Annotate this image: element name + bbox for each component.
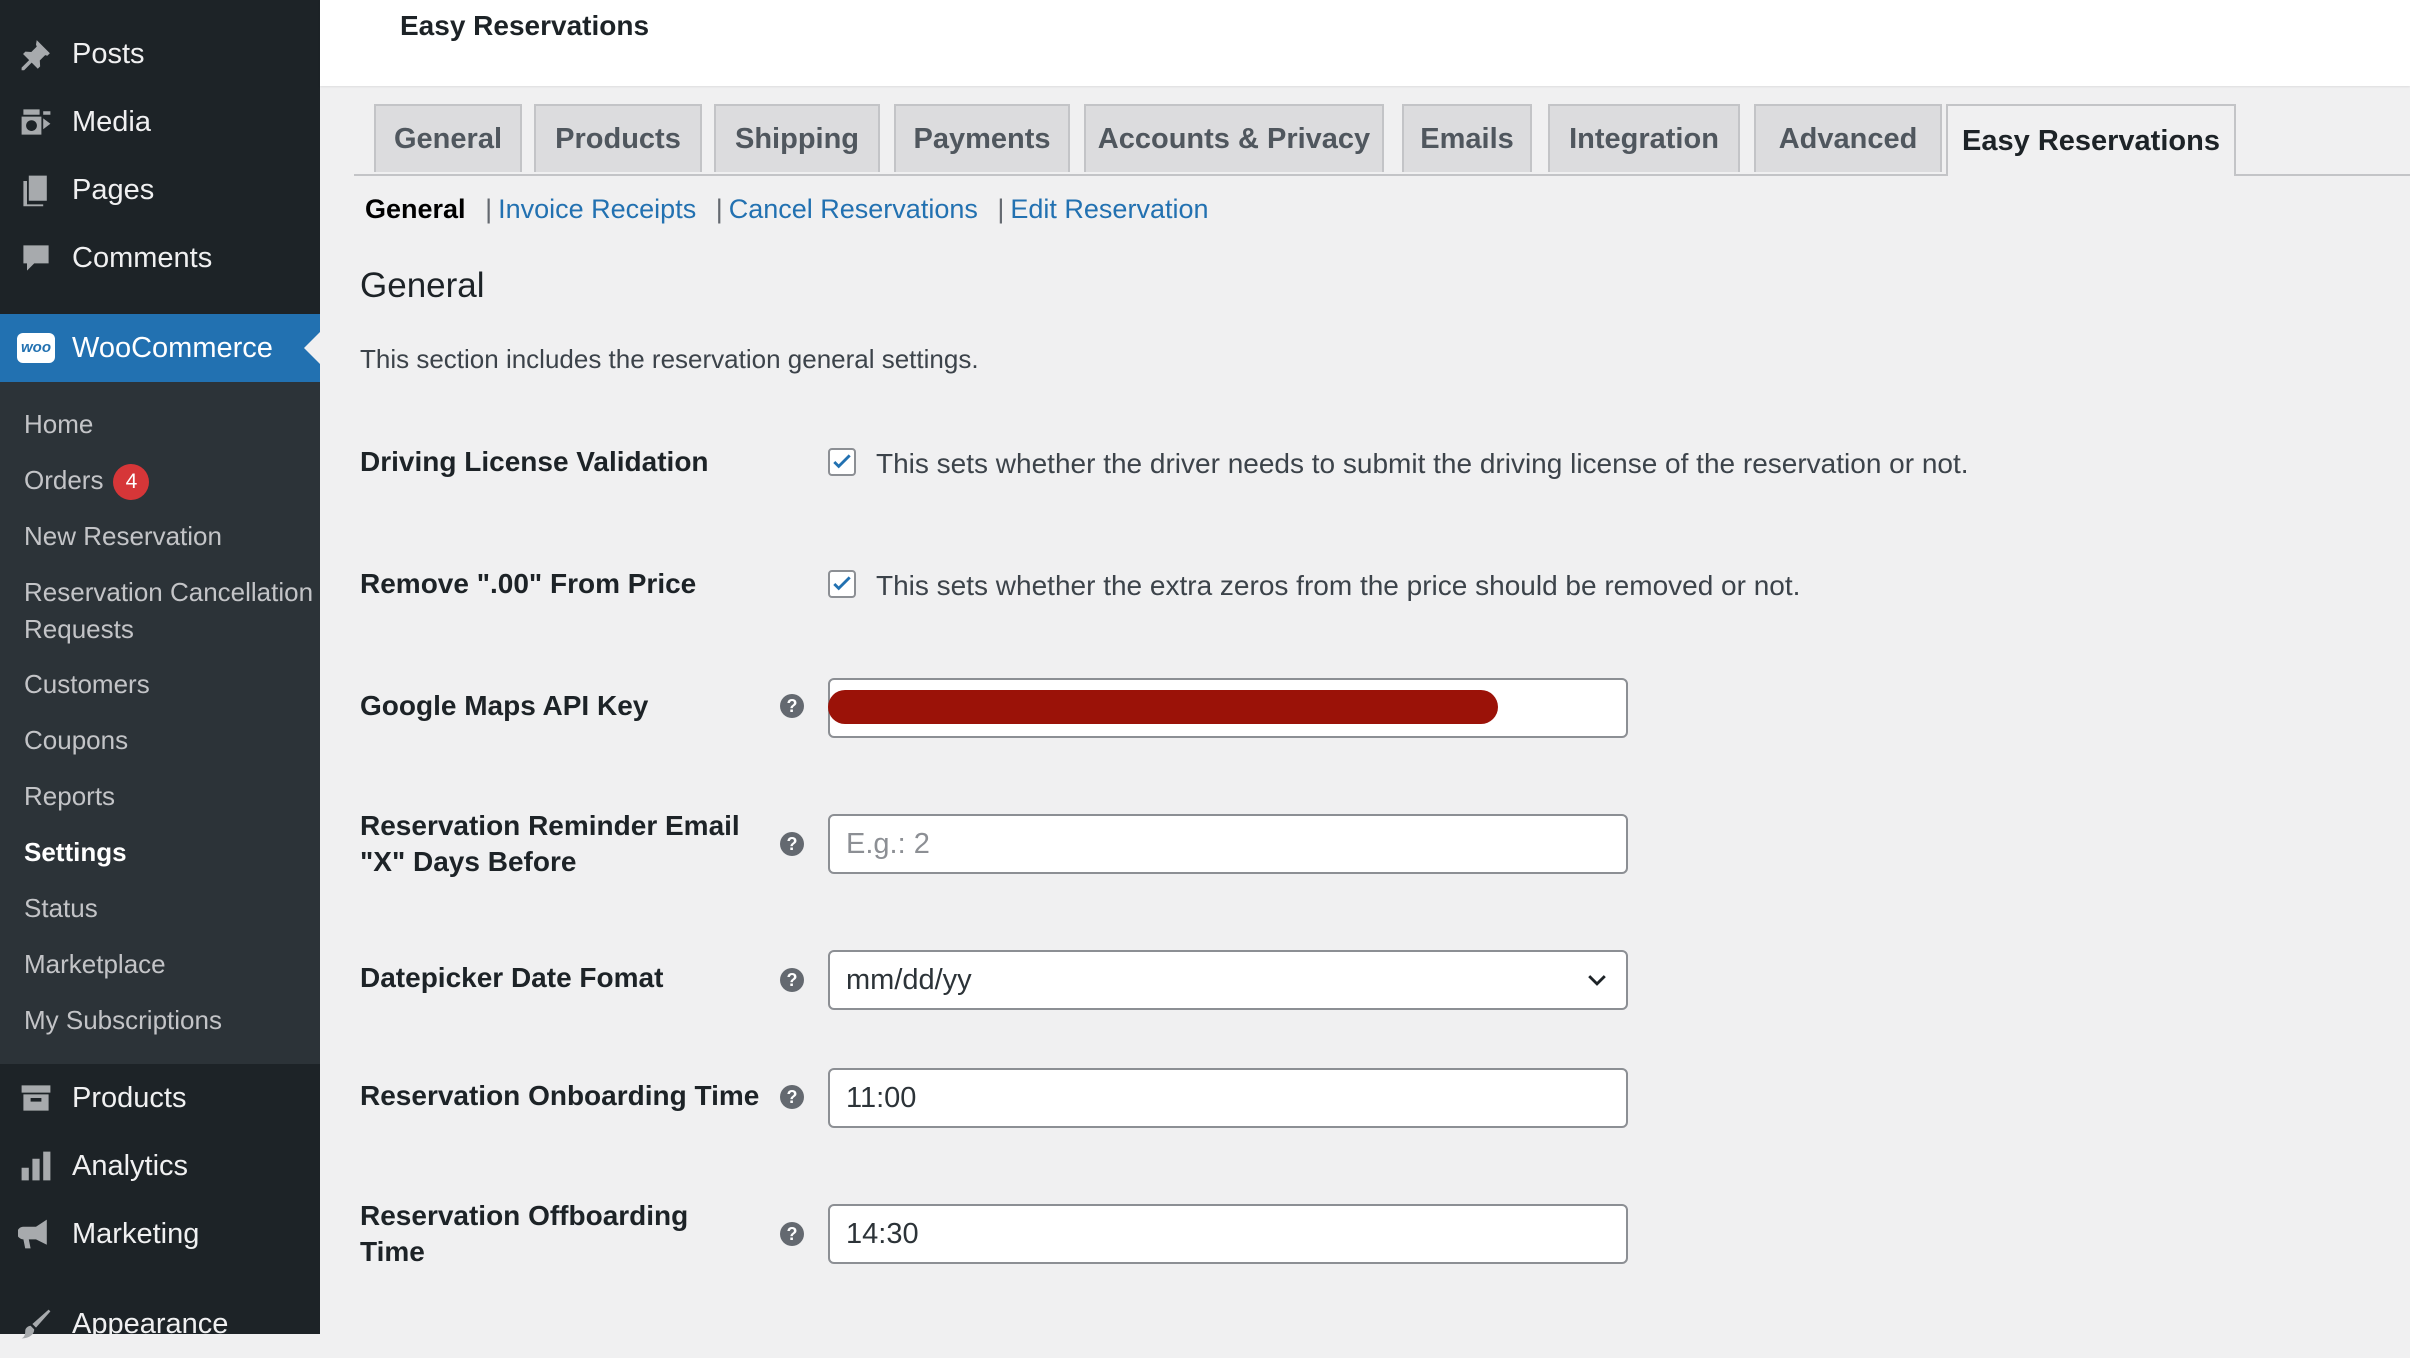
brush-icon bbox=[16, 1304, 56, 1344]
onboarding-time-input[interactable] bbox=[828, 1068, 1628, 1128]
archive-icon bbox=[16, 1078, 56, 1118]
redaction-mark bbox=[828, 690, 1498, 724]
section-subnav: General | Invoice Receipts | Cancel Reserv… bbox=[365, 194, 1209, 225]
driving-license-checkbox[interactable] bbox=[828, 448, 856, 476]
help-icon[interactable]: ? bbox=[780, 832, 804, 856]
section-title: General bbox=[360, 266, 485, 305]
orders-count-badge: 4 bbox=[113, 464, 150, 501]
submenu-item-new-reservation[interactable]: New Reservation bbox=[24, 518, 314, 555]
help-icon[interactable]: ? bbox=[780, 694, 804, 718]
sidebar-item-label: Posts bbox=[72, 37, 145, 70]
tab-emails[interactable]: Emails bbox=[1402, 104, 1532, 172]
driving-license-description: This sets whether the driver needs to su… bbox=[876, 448, 1969, 479]
remove-zeros-checkbox[interactable] bbox=[828, 570, 856, 598]
submenu-item-cancellation-requests[interactable]: Reservation Cancellation Requests bbox=[24, 574, 314, 648]
media-icon bbox=[16, 102, 56, 142]
tab-general[interactable]: General bbox=[374, 104, 522, 172]
page-title: Easy Reservations bbox=[400, 10, 650, 41]
date-format-select[interactable]: mm/dd/yy bbox=[828, 950, 1628, 1010]
sidebar-item-posts[interactable]: Posts bbox=[0, 20, 320, 88]
woo-icon: woo bbox=[16, 328, 56, 368]
remove-zeros-label: Remove ".00" From Price bbox=[360, 568, 697, 599]
reminder-days-input[interactable] bbox=[828, 814, 1628, 874]
sidebar-item-label: Analytics bbox=[72, 1149, 189, 1182]
tab-advanced[interactable]: Advanced bbox=[1754, 104, 1942, 172]
subnav-separator: | bbox=[715, 194, 723, 224]
bar-chart-icon bbox=[16, 1146, 56, 1186]
sidebar-item-label: Media bbox=[72, 105, 151, 138]
subnav-current-general: General bbox=[365, 194, 466, 224]
sidebar-item-products[interactable]: Products bbox=[0, 1064, 320, 1132]
submenu-item-coupons[interactable]: Coupons bbox=[24, 722, 314, 759]
sidebar-item-label: Appearance bbox=[72, 1307, 229, 1340]
tab-easy-reservations[interactable]: Easy Reservations bbox=[1946, 104, 2236, 176]
sidebar-item-comments[interactable]: Comments bbox=[0, 224, 320, 292]
subnav-separator: | bbox=[485, 194, 493, 224]
help-icon[interactable]: ? bbox=[780, 1222, 804, 1246]
checkmark-icon bbox=[833, 454, 851, 469]
offboarding-time-input[interactable] bbox=[828, 1204, 1628, 1264]
sidebar-item-label: Comments bbox=[72, 241, 213, 274]
subnav-separator: | bbox=[997, 194, 1005, 224]
settings-tabs: General Products Shipping Payments Accou… bbox=[320, 104, 2410, 176]
submenu-item-status[interactable]: Status bbox=[24, 890, 314, 927]
submenu-item-my-subscriptions[interactable]: My Subscriptions bbox=[24, 1002, 314, 1039]
sidebar-item-label: WooCommerce bbox=[72, 331, 273, 364]
sidebar-item-label: Pages bbox=[72, 173, 155, 206]
tab-integration[interactable]: Integration bbox=[1548, 104, 1740, 172]
submenu-item-home[interactable]: Home bbox=[24, 406, 314, 443]
subnav-link-edit-reservation[interactable]: Edit Reservation bbox=[1010, 194, 1208, 224]
comment-icon bbox=[16, 238, 56, 278]
pages-icon bbox=[16, 170, 56, 210]
submenu-item-settings[interactable]: Settings bbox=[24, 834, 314, 871]
current-menu-arrow bbox=[304, 332, 320, 364]
chevron-down-icon bbox=[1588, 975, 1606, 986]
submenu-item-marketplace[interactable]: Marketplace bbox=[24, 946, 314, 983]
help-icon[interactable]: ? bbox=[780, 1085, 804, 1109]
driving-license-label: Driving License Validation bbox=[360, 446, 709, 477]
sidebar-item-marketing[interactable]: Marketing bbox=[0, 1200, 320, 1268]
woocommerce-submenu: Home Orders 4 New Reservation Reservation… bbox=[0, 382, 320, 1064]
sidebar-item-analytics[interactable]: Analytics bbox=[0, 1132, 320, 1200]
sidebar-item-appearance[interactable]: Appearance bbox=[0, 1290, 320, 1358]
tab-products[interactable]: Products bbox=[534, 104, 702, 172]
remove-zeros-description: This sets whether the extra zeros from t… bbox=[876, 570, 1801, 601]
maps-api-key-label: Google Maps API Key bbox=[360, 690, 649, 721]
tab-shipping[interactable]: Shipping bbox=[714, 104, 880, 172]
sidebar-item-pages[interactable]: Pages bbox=[0, 156, 320, 224]
submenu-item-customers[interactable]: Customers bbox=[24, 666, 314, 703]
date-format-value: mm/dd/yy bbox=[846, 963, 972, 996]
megaphone-icon bbox=[16, 1214, 56, 1254]
reminder-days-label: Reservation Reminder Email "X" Days Befor… bbox=[360, 810, 740, 877]
tab-accounts-privacy[interactable]: Accounts & Privacy bbox=[1084, 104, 1384, 172]
sidebar-item-label: Marketing bbox=[72, 1217, 200, 1250]
subnav-link-cancel-reservations[interactable]: Cancel Reservations bbox=[729, 194, 978, 224]
submenu-item-reports[interactable]: Reports bbox=[24, 778, 314, 815]
subnav-link-invoice-receipts[interactable]: Invoice Receipts bbox=[498, 194, 696, 224]
sidebar-item-label: Products bbox=[72, 1081, 187, 1114]
sidebar-item-woocommerce[interactable]: woo WooCommerce bbox=[0, 314, 320, 382]
submenu-item-orders[interactable]: Orders 4 bbox=[24, 462, 314, 501]
help-icon[interactable]: ? bbox=[780, 968, 804, 992]
section-description: This section includes the reservation ge… bbox=[360, 344, 979, 374]
date-format-label: Datepicker Date Fomat bbox=[360, 962, 664, 993]
onboarding-time-label: Reservation Onboarding Time bbox=[360, 1080, 760, 1111]
pin-icon bbox=[16, 34, 56, 74]
tab-payments[interactable]: Payments bbox=[894, 104, 1070, 172]
admin-sidebar: Posts Media Pages Comments woo WooCommer… bbox=[0, 0, 320, 1340]
checkmark-icon bbox=[833, 576, 851, 591]
page-header: Easy Reservations bbox=[320, 0, 2410, 86]
sidebar-item-media[interactable]: Media bbox=[0, 88, 320, 156]
offboarding-time-label: Reservation Offboarding Time bbox=[360, 1200, 689, 1267]
